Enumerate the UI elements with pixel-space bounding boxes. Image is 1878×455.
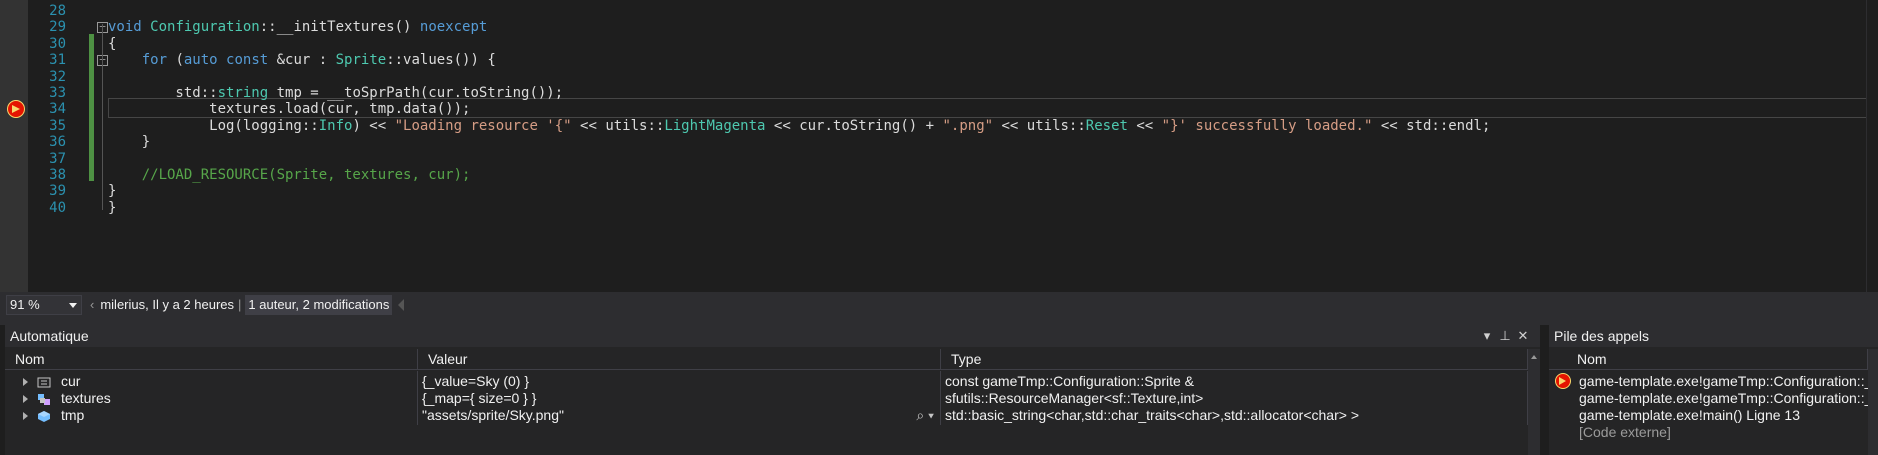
panel-splitter[interactable] <box>0 318 1878 325</box>
autos-vertical-scrollbar[interactable] <box>1528 349 1540 455</box>
callstack-title-bar: Pile des appels <box>1549 325 1878 347</box>
zoom-value: 91 % <box>10 297 40 312</box>
line-number: 40 <box>49 199 66 216</box>
column-header-name[interactable]: Nom <box>1549 349 1868 370</box>
callstack-row[interactable]: [Code externe] <box>1549 422 1868 442</box>
autos-row[interactable]: tmp "assets/sprite/Sky.png" ⌕ ▾ std::basic_… <box>5 405 1528 425</box>
chevron-down-icon <box>69 303 77 308</box>
autos-cell-type: std::basic_string<char,std::char_traits<… <box>941 405 1528 425</box>
autos-title: Automatique <box>10 328 89 344</box>
callstack-title: Pile des appels <box>1554 328 1649 344</box>
field-icon <box>37 374 51 388</box>
autos-panel: Automatique ▾ ⊥ ✕ Nom Valeur Type cur {_val… <box>5 325 1540 455</box>
expand-icon[interactable] <box>23 395 28 403</box>
code-text: } <box>108 198 116 218</box>
code-line[interactable]: 40} <box>0 198 1878 218</box>
close-icon[interactable]: ✕ <box>1514 325 1532 347</box>
autos-title-bar: Automatique ▾ ⊥ ✕ <box>5 325 1540 347</box>
git-author: milerius, Il y a 2 heures <box>100 297 235 312</box>
column-header-type[interactable]: Type <box>941 349 1528 370</box>
visual-studio-window: 2829−void Configuration::__initTextures(… <box>0 0 1878 455</box>
autos-tools: ▾ ⊥ ✕ <box>1478 325 1532 347</box>
scroll-left-icon[interactable] <box>398 299 404 311</box>
current-frame-icon <box>1555 373 1571 389</box>
callstack-panel: Pile des appels Nom game-template.exe!ga… <box>1549 325 1878 455</box>
autos-cell-value[interactable]: "assets/sprite/Sky.png" ⌕ ▾ <box>418 405 941 425</box>
variable-icon <box>37 408 51 422</box>
column-header-value[interactable]: Valeur <box>418 349 941 370</box>
frame-name: [Code externe] <box>1579 424 1671 440</box>
separator: | <box>238 297 242 312</box>
chevron-left-icon: ‹ <box>90 297 95 312</box>
callstack-vertical-scrollbar[interactable] <box>1868 349 1878 455</box>
expand-icon[interactable] <box>23 412 28 420</box>
class-icon <box>37 391 51 405</box>
autos-cell-name: tmp <box>5 405 418 425</box>
pin-icon[interactable]: ⊥ <box>1496 325 1514 347</box>
variable-name: tmp <box>61 407 85 423</box>
zoom-dropdown[interactable]: 91 % <box>6 295 82 315</box>
expand-icon[interactable] <box>23 378 28 386</box>
code-token: } <box>108 199 117 216</box>
git-blame-info[interactable]: ‹ milerius, Il y a 2 heures | 1 auteur, 2 m… <box>90 295 393 315</box>
code-editor[interactable]: 2829−void Configuration::__initTextures(… <box>0 0 1878 292</box>
text-visualizer-icon[interactable]: ⌕ ▾ <box>916 405 934 425</box>
git-changes[interactable]: 1 auteur, 2 modifications <box>245 295 393 315</box>
fold-guide <box>102 24 103 210</box>
dropdown-icon[interactable]: ▾ <box>1478 325 1496 347</box>
editor-status-bar: 91 % ‹ milerius, Il y a 2 heures | 1 auteur… <box>0 292 1878 318</box>
editor-vertical-scrollbar[interactable] <box>1866 0 1878 292</box>
column-header-name[interactable]: Nom <box>5 349 418 370</box>
